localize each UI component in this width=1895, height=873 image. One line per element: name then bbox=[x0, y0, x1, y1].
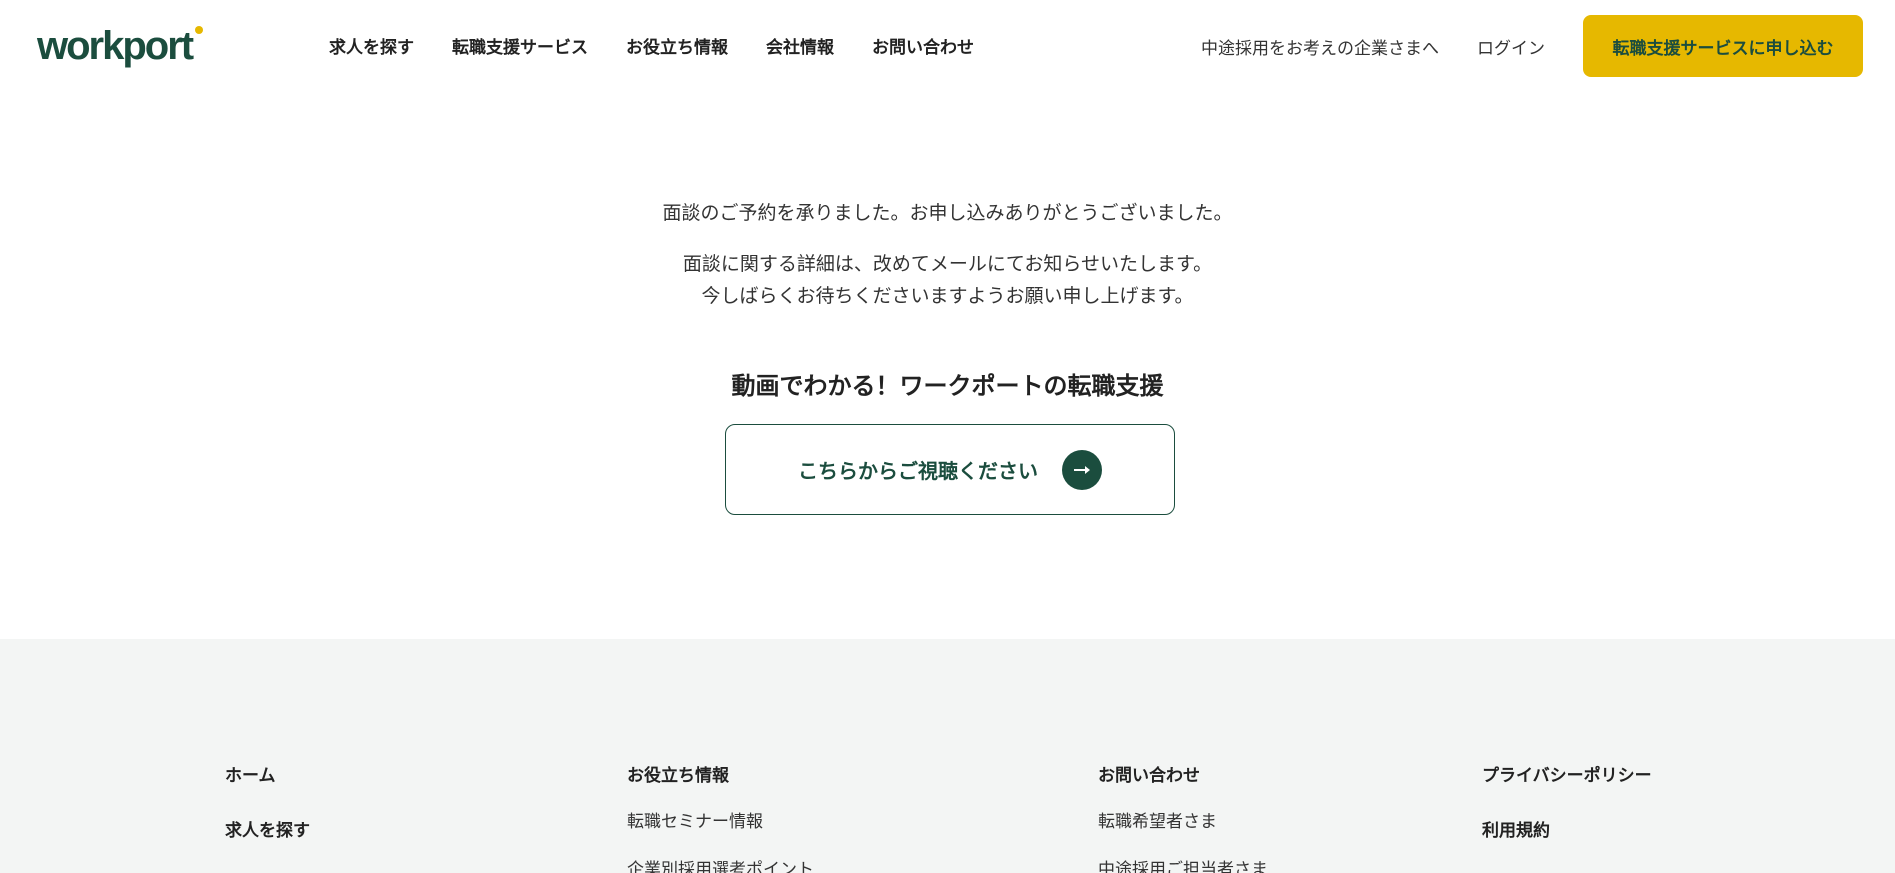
watch-video-button[interactable]: こちらからご視聴ください bbox=[725, 424, 1175, 515]
detail-message: 面談に関する詳細は、改めてメールにてお知らせいたします。 今しばらくお待ちくださ… bbox=[0, 248, 1895, 312]
footer-employer-contact-link[interactable]: 中途採用ご担当者さま bbox=[1098, 855, 1268, 873]
detail-message-line-2: 今しばらくお待ちくださいますようお願い申し上げます。 bbox=[701, 285, 1194, 307]
watch-video-label: こちらからご視聴ください bbox=[798, 459, 1038, 483]
video-heading: 動画でわかる！ワークポートの転職支援 bbox=[731, 372, 1164, 400]
employer-link[interactable]: 中途採用をお考えの企業さまへ bbox=[1201, 34, 1439, 59]
main-nav: 求人を探す 転職支援サービス お役立ち情報 会社情報 お問い合わせ bbox=[329, 0, 1012, 90]
login-link[interactable]: ログイン bbox=[1477, 34, 1545, 59]
nav-search-jobs[interactable]: 求人を探す bbox=[329, 33, 414, 58]
nav-useful-info[interactable]: お役立ち情報 bbox=[626, 33, 728, 58]
footer-home-link[interactable]: ホーム bbox=[225, 761, 276, 786]
footer-privacy-link[interactable]: プライバシーポリシー bbox=[1482, 761, 1652, 786]
footer-jobseeker-contact-link[interactable]: 転職希望者さま bbox=[1098, 807, 1217, 832]
arrow-right-icon bbox=[1062, 449, 1102, 490]
nav-career-support[interactable]: 転職支援サービス bbox=[452, 33, 588, 58]
footer-seminar-link[interactable]: 転職セミナー情報 bbox=[627, 807, 763, 832]
utility-nav: 中途採用をお考えの企業さまへ ログイン 転職支援サービスに申し込む bbox=[1201, 15, 1863, 77]
workport-logo[interactable]: workport bbox=[37, 22, 203, 68]
detail-message-line-1: 面談に関する詳細は、改めてメールにてお知らせいたします。 bbox=[682, 253, 1213, 275]
footer-search-jobs-link[interactable]: 求人を探す bbox=[225, 816, 310, 841]
apply-cta-button[interactable]: 転職支援サービスに申し込む bbox=[1583, 15, 1863, 77]
site-footer: ホーム 求人を探す お役立ち情報 転職セミナー情報 企業別採用選考ポイント お問… bbox=[0, 639, 1895, 873]
confirmation-message: 面談のご予約を承りました。お申し込みありがとうございました。 bbox=[662, 202, 1233, 224]
footer-contact-heading[interactable]: お問い合わせ bbox=[1098, 761, 1200, 786]
nav-company-info[interactable]: 会社情報 bbox=[766, 33, 834, 58]
footer-selection-points-link[interactable]: 企業別採用選考ポイント bbox=[627, 855, 814, 873]
footer-useful-info-heading[interactable]: お役立ち情報 bbox=[627, 761, 729, 786]
logo-accent-dot bbox=[195, 26, 203, 34]
logo-text: workport bbox=[37, 24, 194, 68]
site-header: workport 求人を探す 転職支援サービス お役立ち情報 会社情報 お問い合… bbox=[0, 0, 1895, 90]
nav-contact[interactable]: お問い合わせ bbox=[872, 33, 974, 58]
footer-terms-link[interactable]: 利用規約 bbox=[1482, 816, 1550, 841]
